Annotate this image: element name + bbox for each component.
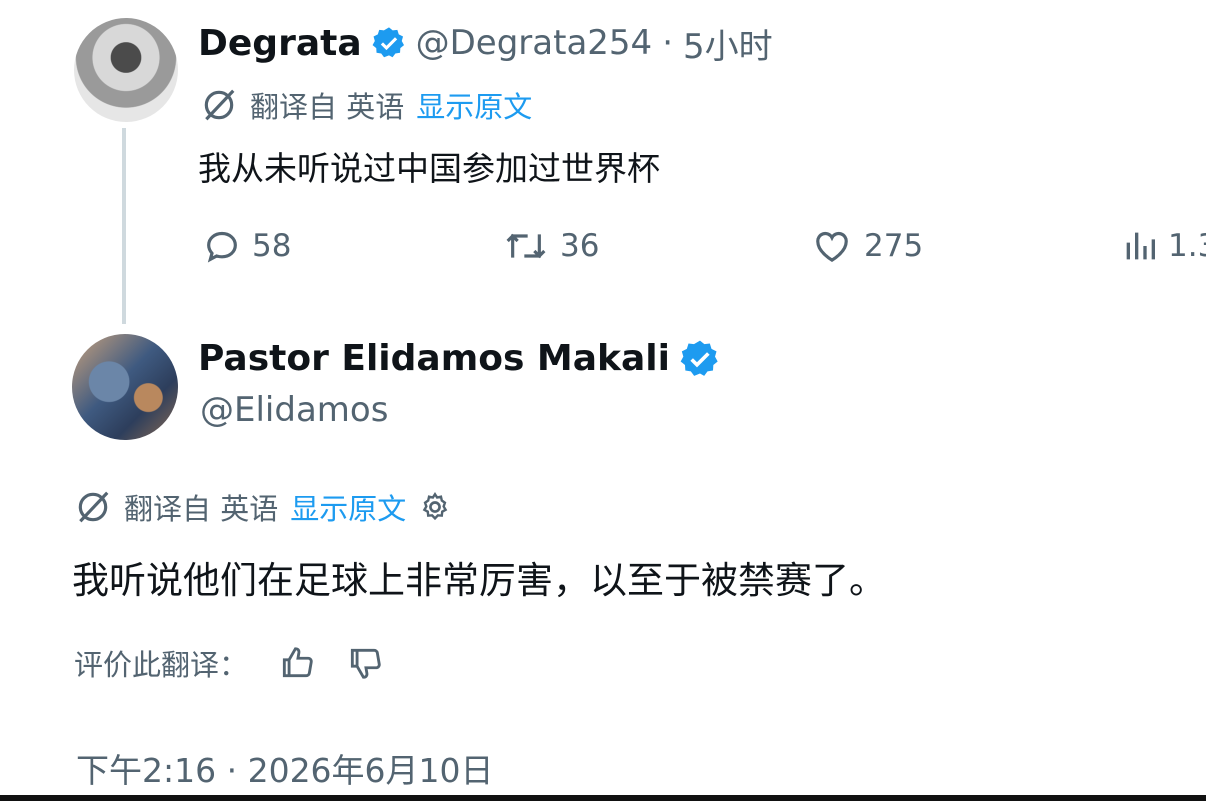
bottom-divider — [0, 795, 1206, 801]
tweet-header: Degrata @Degrata254 · 5小时 — [198, 19, 773, 68]
show-original-link[interactable]: 显示原文 — [416, 84, 532, 126]
views-count: 1.3 — [1168, 228, 1206, 264]
tweet-time[interactable]: 5小时 — [683, 19, 773, 68]
thumbs-down-icon[interactable] — [346, 644, 384, 682]
reply-timestamp[interactable]: 下午2:16 · 2026年6月10日 — [76, 744, 494, 792]
rate-translation-bar: 评价此翻译： — [74, 642, 384, 684]
thread-connector-line — [122, 128, 126, 324]
verified-badge-icon — [680, 340, 718, 376]
separator-dot: · — [662, 23, 673, 63]
translation-bar: 翻译自 英语 显示原文 — [200, 84, 532, 126]
reply-header: Pastor Elidamos Makali — [198, 338, 720, 379]
translate-icon — [78, 491, 109, 523]
thumbs-up-icon[interactable] — [278, 644, 316, 682]
reply-icon — [207, 231, 237, 263]
like-count: 275 — [864, 228, 924, 264]
like-icon — [816, 231, 848, 263]
rate-translation-label: 评价此翻译： — [74, 648, 249, 682]
like-button[interactable]: 275 — [810, 226, 923, 266]
reply-translation-bar: 翻译自 英语 显示原文 — [74, 486, 452, 528]
retweet-count: 36 — [560, 228, 600, 264]
avatar-elidamos[interactable] — [72, 334, 178, 440]
views-button[interactable]: 1.3 — [1122, 226, 1206, 266]
avatar-degrata[interactable] — [74, 18, 178, 122]
reply-count: 58 — [252, 228, 292, 264]
reply-translated-from-label: 翻译自 英语 — [124, 492, 279, 526]
reply-author-name[interactable]: Pastor Elidamos Makali — [198, 338, 670, 379]
settings-gear-icon[interactable] — [418, 490, 452, 524]
author-handle[interactable]: @Degrata254 — [416, 23, 653, 63]
reply-show-original-link[interactable]: 显示原文 — [290, 486, 406, 528]
author-name[interactable]: Degrata — [198, 23, 362, 64]
reply-text: 我听说他们在足球上非常厉害，以至于被禁赛了。 — [72, 559, 886, 602]
tweet-text: 我从未听说过中国参加过世界杯 — [198, 149, 660, 188]
retweet-icon — [506, 233, 546, 259]
reply-button[interactable]: 58 — [202, 226, 291, 266]
views-icon — [1126, 232, 1155, 260]
retweet-button[interactable]: 36 — [502, 226, 599, 266]
translated-from-label: 翻译自 英语 — [250, 90, 405, 124]
reply-author-handle[interactable]: @Elidamos — [200, 390, 388, 430]
verified-badge-icon — [372, 27, 404, 58]
translate-icon — [204, 89, 235, 121]
